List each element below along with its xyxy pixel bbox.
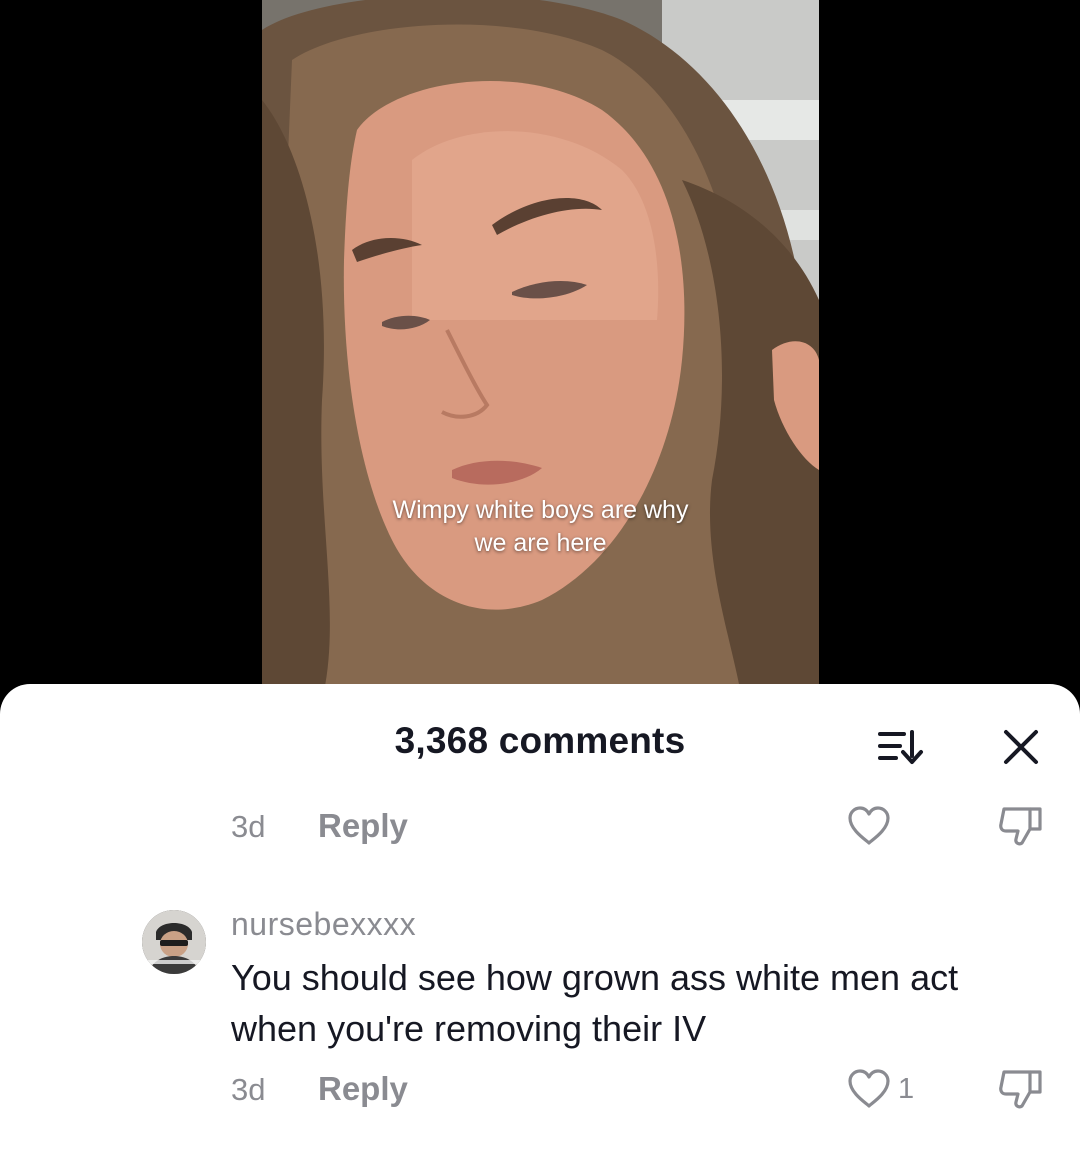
comment-timestamp: 3d bbox=[231, 1072, 266, 1107]
like-button[interactable]: 1 bbox=[846, 1066, 914, 1112]
sort-button[interactable] bbox=[872, 726, 926, 766]
screen: Wimpy white boys are why we are here 3,3… bbox=[0, 0, 1080, 1154]
reply-button[interactable]: Reply bbox=[318, 807, 408, 845]
comment-item: nursebexxxx You should see how grown ass… bbox=[0, 906, 1080, 1056]
avatar-image bbox=[142, 910, 206, 974]
thumbs-down-icon bbox=[999, 1070, 1042, 1109]
sort-icon bbox=[878, 730, 923, 764]
comment-actions: 3d Reply 1 bbox=[0, 1064, 1080, 1114]
close-icon bbox=[1004, 730, 1038, 764]
comments-sheet: 3,368 comments 3d Reply nursebexxxx You … bbox=[0, 684, 1080, 1154]
previous-comment-actions: 3d Reply bbox=[0, 801, 1080, 851]
dislike-button[interactable] bbox=[996, 803, 1046, 849]
avatar[interactable] bbox=[142, 910, 206, 974]
video-frame[interactable]: Wimpy white boys are why we are here bbox=[262, 0, 819, 700]
comment-username[interactable]: nursebexxxx bbox=[231, 906, 416, 943]
heart-icon bbox=[848, 806, 890, 845]
comment-timestamp: 3d bbox=[231, 809, 266, 844]
heart-icon bbox=[848, 1069, 890, 1108]
close-button[interactable] bbox=[998, 724, 1044, 770]
comments-header: 3,368 comments bbox=[0, 684, 1080, 800]
thumbs-down-icon bbox=[999, 807, 1042, 846]
video-caption: Wimpy white boys are why we are here bbox=[262, 494, 819, 560]
dislike-button[interactable] bbox=[996, 1066, 1046, 1112]
video-still-image bbox=[262, 0, 819, 700]
caption-line-1: Wimpy white boys are why bbox=[392, 496, 689, 524]
like-button[interactable] bbox=[846, 803, 898, 849]
comment-text: You should see how grown ass white men a… bbox=[231, 957, 959, 1049]
video-player[interactable]: Wimpy white boys are why we are here bbox=[0, 0, 1080, 700]
like-count: 1 bbox=[898, 1072, 915, 1105]
caption-line-2: we are here bbox=[474, 529, 607, 557]
reply-button[interactable]: Reply bbox=[318, 1070, 408, 1108]
